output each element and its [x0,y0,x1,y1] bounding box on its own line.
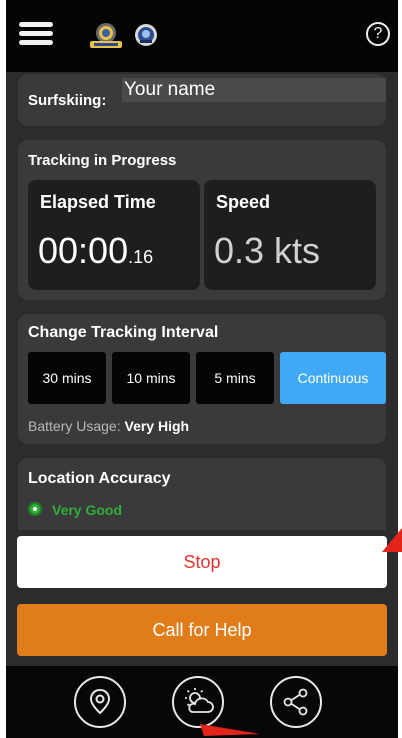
agency-seal-logo [134,22,158,48]
help-icon[interactable]: ? [366,22,390,46]
interval-30-mins-button[interactable]: 30 mins [28,352,106,404]
app-screen: ? Surfskiing: Tracking in Progress Elaps… [6,0,398,738]
location-pin-icon[interactable] [74,676,126,728]
call-for-help-button[interactable]: Call for Help [17,604,387,656]
interval-continuous-button[interactable]: Continuous [280,352,386,404]
name-input[interactable] [122,78,386,102]
hamburger-menu-icon[interactable] [19,22,53,46]
battery-usage-label: Battery Usage: [28,418,121,434]
weather-icon[interactable] [172,676,224,728]
share-icon[interactable] [270,676,322,728]
interval-title: Change Tracking Interval [28,324,219,341]
elapsed-time-panel: Elapsed Time 00:00.16 [28,180,200,290]
battery-usage: Battery Usage: Very High [28,418,189,434]
stop-button[interactable]: Stop [17,536,387,588]
interval-5-mins-button[interactable]: 5 mins [196,352,274,404]
speed-value: 0.3 kts [214,230,321,271]
speed-label: Speed [216,192,271,212]
elapsed-time-value: 00:00.16 [38,230,153,272]
accuracy-status-icon [28,502,42,516]
speed-panel: Speed 0.3 kts [204,180,376,290]
annotation-arrow-bottom [200,724,260,736]
profile-card: Surfskiing: [18,74,386,126]
battery-usage-value: Very High [124,418,190,434]
annotation-arrow-right [382,528,402,552]
location-accuracy-card: Location Accuracy Very Good [18,458,386,530]
tracking-title: Tracking in Progress [28,152,177,169]
coast-guard-logo [86,22,126,50]
location-accuracy-title: Location Accuracy [28,470,171,487]
elapsed-time-label: Elapsed Time [40,192,156,212]
interval-10-mins-button[interactable]: 10 mins [112,352,190,404]
activity-label: Surfskiing: [28,92,107,109]
accuracy-value: Very Good [52,502,123,518]
elapsed-time-fraction: .16 [128,247,154,267]
top-bar: ? [6,0,398,72]
elapsed-time-main: 00:00 [38,230,129,271]
tracking-interval-card: Change Tracking Interval 30 mins 10 mins… [18,314,386,444]
tracking-card: Tracking in Progress Elapsed Time 00:00.… [18,140,386,300]
